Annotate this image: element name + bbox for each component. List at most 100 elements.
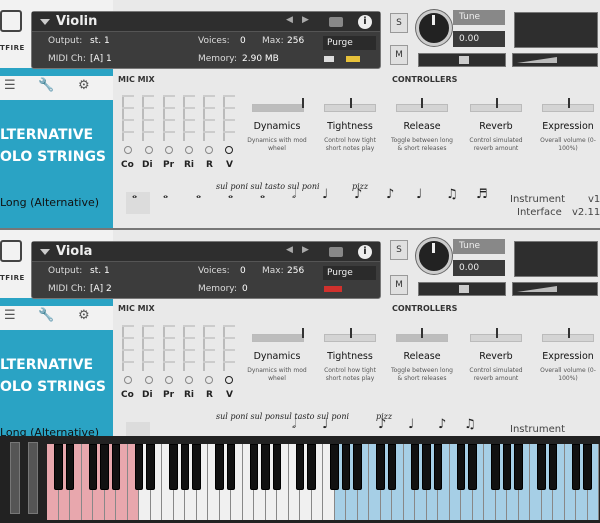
- black-key[interactable]: [307, 444, 316, 490]
- mic-fader[interactable]: [203, 325, 215, 371]
- mic-fader[interactable]: [122, 95, 134, 141]
- black-key[interactable]: [295, 444, 305, 490]
- black-key[interactable]: [249, 444, 259, 490]
- black-key[interactable]: [180, 444, 190, 490]
- tune-value[interactable]: 0.00: [453, 31, 505, 47]
- staccato-note-icon[interactable]: ♩: [322, 187, 328, 202]
- black-key[interactable]: [330, 444, 339, 490]
- black-key[interactable]: [387, 444, 397, 490]
- expression-handle[interactable]: [568, 328, 570, 338]
- note-icon[interactable]: ♪: [438, 417, 446, 432]
- mic-power-icon[interactable]: [205, 376, 213, 384]
- mic-power-icon[interactable]: [145, 376, 153, 384]
- note-icon[interactable]: ♫: [446, 187, 458, 202]
- snapshot-camera-icon[interactable]: [329, 247, 343, 257]
- mic-fader[interactable]: [183, 325, 195, 371]
- mic-power-icon[interactable]: [165, 146, 173, 154]
- mic-fader[interactable]: [122, 325, 134, 371]
- instrument-name[interactable]: Violin: [56, 14, 97, 29]
- info-icon[interactable]: i: [358, 245, 372, 259]
- pan-slider[interactable]: [418, 53, 506, 67]
- black-key[interactable]: [215, 444, 224, 490]
- solo-button[interactable]: S: [390, 240, 408, 260]
- mic-power-icon[interactable]: [225, 146, 233, 154]
- black-key[interactable]: [514, 444, 523, 490]
- release-handle[interactable]: [421, 98, 423, 108]
- tune-value[interactable]: 0.00: [453, 260, 505, 276]
- reverb-handle[interactable]: [496, 98, 498, 108]
- black-key[interactable]: [491, 444, 500, 490]
- black-key[interactable]: [100, 444, 109, 490]
- note-icon[interactable]: ♩: [408, 417, 414, 432]
- mic-power-icon[interactable]: [185, 376, 193, 384]
- prev-instrument-icon[interactable]: ◀: [286, 15, 293, 25]
- black-key[interactable]: [548, 444, 558, 490]
- articulation-selected[interactable]: [126, 422, 150, 436]
- dynamics-slider[interactable]: [252, 104, 304, 112]
- black-key[interactable]: [226, 444, 236, 490]
- instrument-name[interactable]: Viola: [56, 244, 92, 259]
- black-key[interactable]: [353, 444, 362, 490]
- black-key[interactable]: [192, 444, 201, 490]
- mic-power-icon[interactable]: [124, 376, 132, 384]
- mute-button[interactable]: M: [390, 275, 408, 295]
- tune-knob[interactable]: [416, 238, 452, 274]
- black-key[interactable]: [111, 444, 121, 490]
- wrench-icon[interactable]: 🔧: [38, 308, 54, 323]
- black-key[interactable]: [169, 444, 178, 490]
- mic-power-icon[interactable]: [185, 146, 193, 154]
- articulation-selected[interactable]: [126, 192, 150, 214]
- midi-channel-select[interactable]: [A] 1: [90, 54, 112, 64]
- release-handle[interactable]: [421, 328, 423, 338]
- tightness-handle[interactable]: [350, 328, 352, 338]
- dynamics-handle[interactable]: [302, 328, 304, 338]
- black-key[interactable]: [456, 444, 466, 490]
- pitch-bend-wheel[interactable]: [10, 442, 20, 514]
- mic-fader[interactable]: [163, 95, 175, 141]
- wrench-icon[interactable]: 🔧: [38, 78, 54, 93]
- mic-fader[interactable]: [183, 95, 195, 141]
- dynamics-handle[interactable]: [302, 98, 304, 108]
- mic-power-icon[interactable]: [124, 146, 132, 154]
- pan-handle[interactable]: [459, 56, 469, 64]
- black-key[interactable]: [376, 444, 385, 490]
- menu-icon[interactable]: ☰: [4, 78, 16, 93]
- mic-fader[interactable]: [223, 325, 235, 371]
- volume-slider[interactable]: [512, 53, 598, 67]
- mute-button[interactable]: M: [390, 45, 408, 65]
- max-voices-value[interactable]: 256: [287, 266, 304, 276]
- max-voices-value[interactable]: 256: [287, 36, 304, 46]
- volume-slider[interactable]: [512, 282, 598, 296]
- note-icon[interactable]: ♩: [416, 187, 422, 202]
- mic-fader[interactable]: [142, 325, 154, 371]
- black-key[interactable]: [468, 444, 477, 490]
- tightness-handle[interactable]: [350, 98, 352, 108]
- snapshot-camera-icon[interactable]: [329, 17, 343, 27]
- mod-wheel[interactable]: [28, 442, 38, 514]
- purge-menu[interactable]: Purge: [323, 266, 376, 280]
- black-key[interactable]: [65, 444, 75, 490]
- purge-menu[interactable]: Purge: [323, 36, 376, 50]
- tune-knob[interactable]: [416, 10, 452, 46]
- mic-power-icon[interactable]: [225, 376, 233, 384]
- black-key[interactable]: [146, 444, 155, 490]
- expression-handle[interactable]: [568, 98, 570, 108]
- pan-slider[interactable]: [418, 282, 506, 296]
- whole-note-icon[interactable]: 𝅝: [163, 187, 168, 202]
- solo-button[interactable]: S: [390, 13, 408, 33]
- black-key[interactable]: [502, 444, 512, 490]
- black-key[interactable]: [261, 444, 270, 490]
- mic-fader[interactable]: [203, 95, 215, 141]
- collapse-icon[interactable]: [40, 249, 50, 255]
- black-key[interactable]: [54, 444, 63, 490]
- note-icon[interactable]: ♪: [386, 187, 394, 202]
- black-key[interactable]: [583, 444, 592, 490]
- output-select[interactable]: st. 1: [90, 266, 110, 276]
- info-icon[interactable]: i: [358, 15, 372, 29]
- black-key[interactable]: [134, 444, 144, 490]
- mic-power-icon[interactable]: [205, 146, 213, 154]
- black-key[interactable]: [422, 444, 431, 490]
- mic-fader[interactable]: [163, 325, 175, 371]
- midi-channel-select[interactable]: [A] 2: [90, 284, 112, 294]
- menu-icon[interactable]: ☰: [4, 308, 16, 323]
